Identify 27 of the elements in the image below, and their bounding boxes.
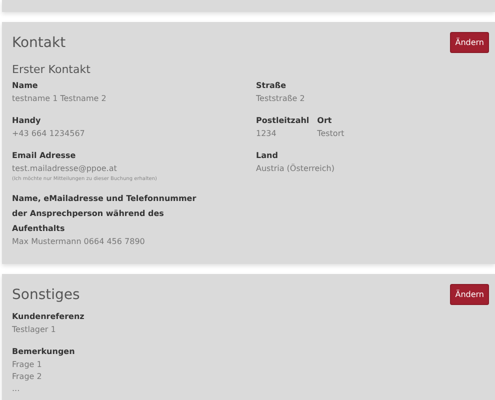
edit-button[interactable]: Ändern [450, 32, 489, 53]
field-value: Austria (Österreich) [256, 163, 336, 175]
field-label: Ort [317, 115, 333, 127]
field-label: Bemerkungen [12, 346, 76, 358]
card-title: Kontakt [12, 34, 66, 50]
edit-button[interactable]: Ändern [450, 284, 489, 305]
field-label: Land [256, 150, 279, 162]
field-value: Testlager 1 [12, 324, 57, 336]
card-title: Sonstiges [12, 286, 80, 302]
field-value: Frage 2 [12, 371, 43, 383]
field-value: Frage 1 [12, 359, 43, 371]
field-label: Straße [256, 80, 288, 92]
field-label: Name, eMailadresse und Telefonnummer der Ansprechperson während des Aufenthalts [12, 193, 198, 235]
field-label: Email Adresse [12, 150, 77, 162]
field-value: test.mailadresse@ppoe.at [12, 163, 118, 175]
field-value: ... [12, 383, 21, 395]
section-subtitle: Erster Kontakt [12, 63, 92, 76]
field-label: Handy [12, 115, 42, 127]
field-value: Max Mustermann 0664 456 7890 [12, 236, 146, 248]
field-value: Teststraße 2 [256, 93, 306, 105]
field-label: Postleitzahl [256, 115, 310, 127]
field-value: +43 664 1234567 [12, 128, 86, 140]
field-label: Kundenreferenz [12, 311, 86, 323]
field-value: 1234 [256, 128, 278, 140]
field-value: Testort [317, 128, 344, 140]
field-value: testname 1 Testname 2 [12, 93, 108, 105]
field-label: Name [12, 80, 39, 92]
